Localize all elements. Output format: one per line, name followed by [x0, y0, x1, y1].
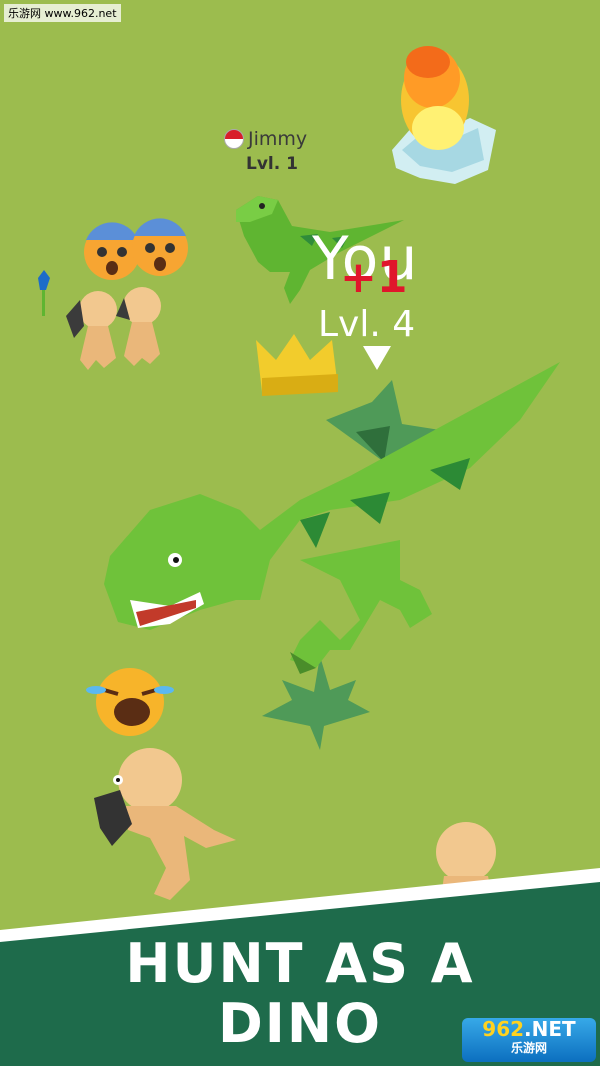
banner-title-line1: HUNT AS A [125, 932, 475, 995]
jimmy-name: Jimmy [248, 128, 308, 150]
jimmy-nametag: Jimmy [224, 128, 307, 150]
player-level: Lvl. 4 [318, 304, 416, 345]
logo-number: 962 [482, 1017, 525, 1041]
game-scene [0, 0, 600, 1066]
score-popup: +1 [340, 252, 408, 303]
logo-subtitle: 乐游网 [510, 1041, 547, 1055]
watermark-text: 乐游网 www.962.net [4, 4, 121, 22]
player-pointer-icon [363, 346, 391, 370]
logo-suffix: .NET [524, 1017, 576, 1041]
scared-emoji-icon [84, 222, 140, 280]
jimmy-level: Lvl. 1 [246, 154, 298, 174]
scared-emoji-icon-2 [132, 218, 188, 276]
flag-icon [224, 129, 244, 149]
site-logo: 962.NET 乐游网 [462, 1018, 596, 1062]
